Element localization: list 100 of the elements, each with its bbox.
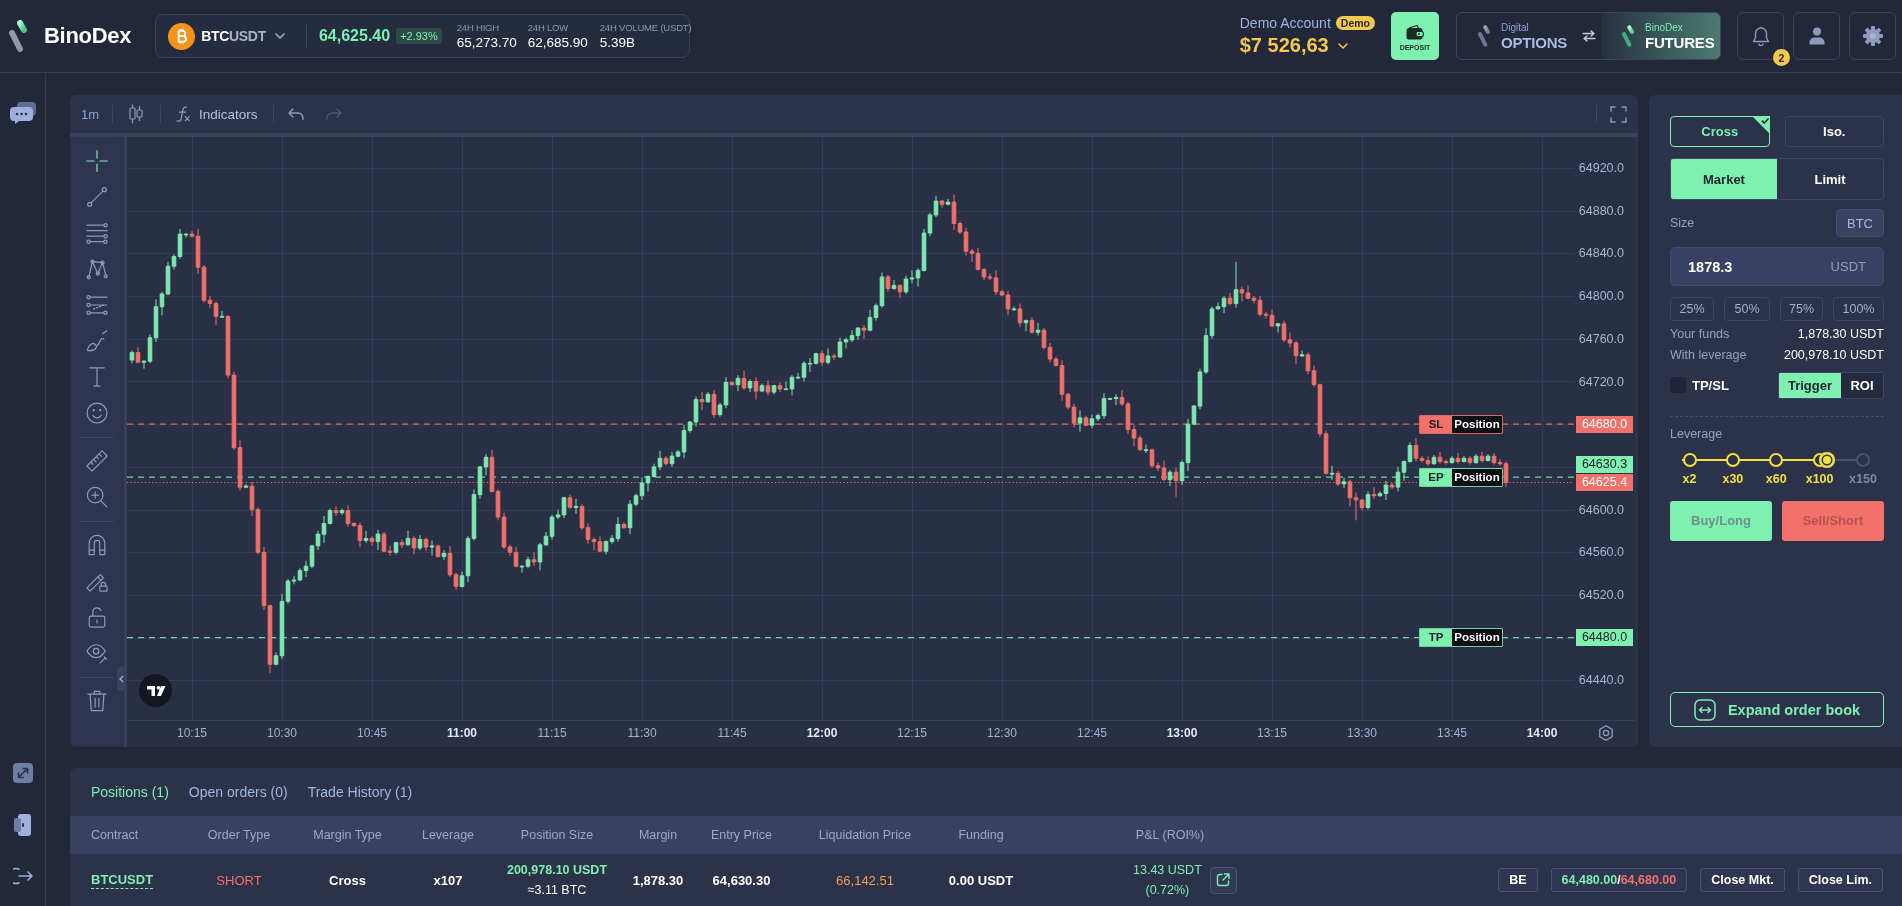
candlestick [1401, 460, 1407, 482]
settings-icon[interactable] [1598, 725, 1614, 741]
price-axis-label: 64800.0 [1578, 288, 1624, 305]
ruler-icon[interactable] [86, 450, 108, 472]
price-chart[interactable] [127, 137, 1574, 720]
brush-icon[interactable] [86, 330, 108, 352]
order-marker[interactable]: EP Position [1419, 467, 1503, 487]
bell-icon [1751, 26, 1770, 46]
candlestick [687, 420, 693, 434]
candlestick [735, 374, 741, 392]
candlestick [1359, 498, 1365, 512]
percent-button[interactable]: 25% [1670, 297, 1714, 321]
zoom-in-icon[interactable] [86, 486, 108, 508]
candlestick [267, 604, 273, 674]
percent-button[interactable]: 100% [1833, 297, 1884, 321]
take-profit-line[interactable] [127, 637, 1574, 639]
candlestick [495, 488, 501, 521]
candlestick [1347, 479, 1353, 507]
close-market-button[interactable]: Close Mkt. [1700, 868, 1785, 892]
swap-icon[interactable] [1582, 30, 1596, 42]
trend-line-icon[interactable] [86, 186, 108, 208]
chat-icon[interactable] [9, 102, 36, 124]
column-header: Margin Type [313, 828, 382, 842]
balance-selector[interactable]: $7 526,63 [1239, 34, 1375, 57]
pattern-icon[interactable] [86, 258, 108, 280]
candlestick [297, 567, 303, 582]
order-marker[interactable]: TP Position [1419, 628, 1503, 648]
funds-label: Your funds [1670, 327, 1730, 341]
trash-icon[interactable] [86, 690, 108, 712]
trigger-mode-tab[interactable]: ROI [1841, 372, 1883, 398]
candlestick-icon[interactable] [129, 104, 144, 124]
price-axis-label: 64440.0 [1578, 672, 1624, 689]
candlestick [321, 515, 327, 544]
stop-loss-line[interactable] [127, 423, 1574, 425]
positions-tab[interactable]: Positions (1) [91, 784, 169, 800]
margin-mode-button[interactable]: Cross [1670, 116, 1770, 147]
share-button[interactable] [1209, 866, 1237, 894]
order-type-tab[interactable]: Market [1671, 159, 1777, 199]
candlestick [129, 350, 135, 364]
contract-link[interactable]: BTCUSDT [91, 871, 154, 889]
candlestick [429, 540, 435, 556]
table-cell: x107 [433, 872, 463, 888]
crosshair-icon[interactable] [86, 150, 108, 172]
fullscreen-icon[interactable] [1610, 105, 1627, 123]
break-even-button[interactable]: BE [1498, 868, 1538, 892]
column-header: Funding [958, 828, 1004, 842]
expand-order-book-button[interactable]: Expand order book [1670, 692, 1884, 727]
product-tab[interactable]: Digital OPTIONS [1457, 13, 1582, 59]
leverage-stop-label: x30 [1721, 472, 1745, 486]
order-marker[interactable]: SL Position [1419, 414, 1503, 434]
candlestick [447, 545, 453, 578]
last-price: 64,625.40 [318, 27, 391, 45]
percent-button[interactable]: 75% [1780, 297, 1823, 321]
interval-button[interactable]: 1m [81, 101, 100, 127]
time-axis-label: 11:00 [447, 726, 477, 741]
candlestick [1377, 490, 1383, 498]
lock-icon[interactable] [86, 606, 108, 628]
candlestick [285, 578, 291, 604]
unit-toggle-button[interactable]: BTC [1836, 209, 1884, 237]
trigger-mode-tab[interactable]: Trigger [1779, 372, 1841, 398]
time-axis-label: 13:30 [1347, 726, 1377, 741]
positions-tab[interactable]: Trade History (1) [307, 784, 413, 800]
percent-button[interactable]: 50% [1724, 297, 1770, 321]
candlestick [543, 531, 549, 547]
column-header: Contract [91, 828, 139, 842]
candlestick [537, 542, 543, 571]
brand-name: BinoDex [44, 23, 132, 49]
close-limit-button[interactable]: Close Lim. [1797, 868, 1883, 892]
magnet-icon[interactable] [86, 534, 108, 556]
door-icon[interactable] [13, 814, 32, 836]
candlestick [651, 463, 657, 479]
tp-sl-button[interactable]: 64,480.00/64,680.00 [1550, 868, 1688, 892]
candlestick [243, 483, 249, 489]
settings-button[interactable] [1849, 12, 1896, 60]
emoji-icon[interactable] [86, 402, 108, 424]
entry-price-line[interactable] [127, 476, 1574, 478]
price-tag: 64625.4 [1576, 474, 1633, 491]
pair-selector[interactable]: BTCUSDT [168, 21, 285, 51]
horizontal-lines-icon[interactable] [86, 222, 108, 244]
step-marker-icon[interactable] [1856, 452, 1870, 467]
expand-icon[interactable] [12, 763, 33, 783]
eye-icon[interactable] [86, 642, 108, 664]
product-tab[interactable]: BinoDex FUTURES [1601, 13, 1720, 59]
channel-icon[interactable] [86, 294, 108, 316]
collapse-handle[interactable] [117, 667, 126, 691]
candlestick [795, 372, 801, 380]
chart-logo-icon[interactable] [138, 673, 172, 707]
text-icon[interactable] [86, 366, 108, 388]
order-type-tab[interactable]: Limit [1777, 159, 1883, 199]
candlestick [1245, 284, 1251, 300]
candlestick [1161, 460, 1167, 482]
undo-icon[interactable] [287, 108, 304, 120]
positions-tab[interactable]: Open orders (0) [188, 784, 288, 800]
logout-icon[interactable] [12, 867, 33, 885]
indicators-button[interactable]: Indicators [176, 101, 258, 127]
margin-mode-button[interactable]: Iso. [1784, 116, 1884, 147]
leverage-stop-label: x60 [1764, 472, 1788, 486]
candlestick [1365, 490, 1371, 511]
profile-button[interactable] [1793, 12, 1840, 60]
candlestick [579, 503, 585, 531]
